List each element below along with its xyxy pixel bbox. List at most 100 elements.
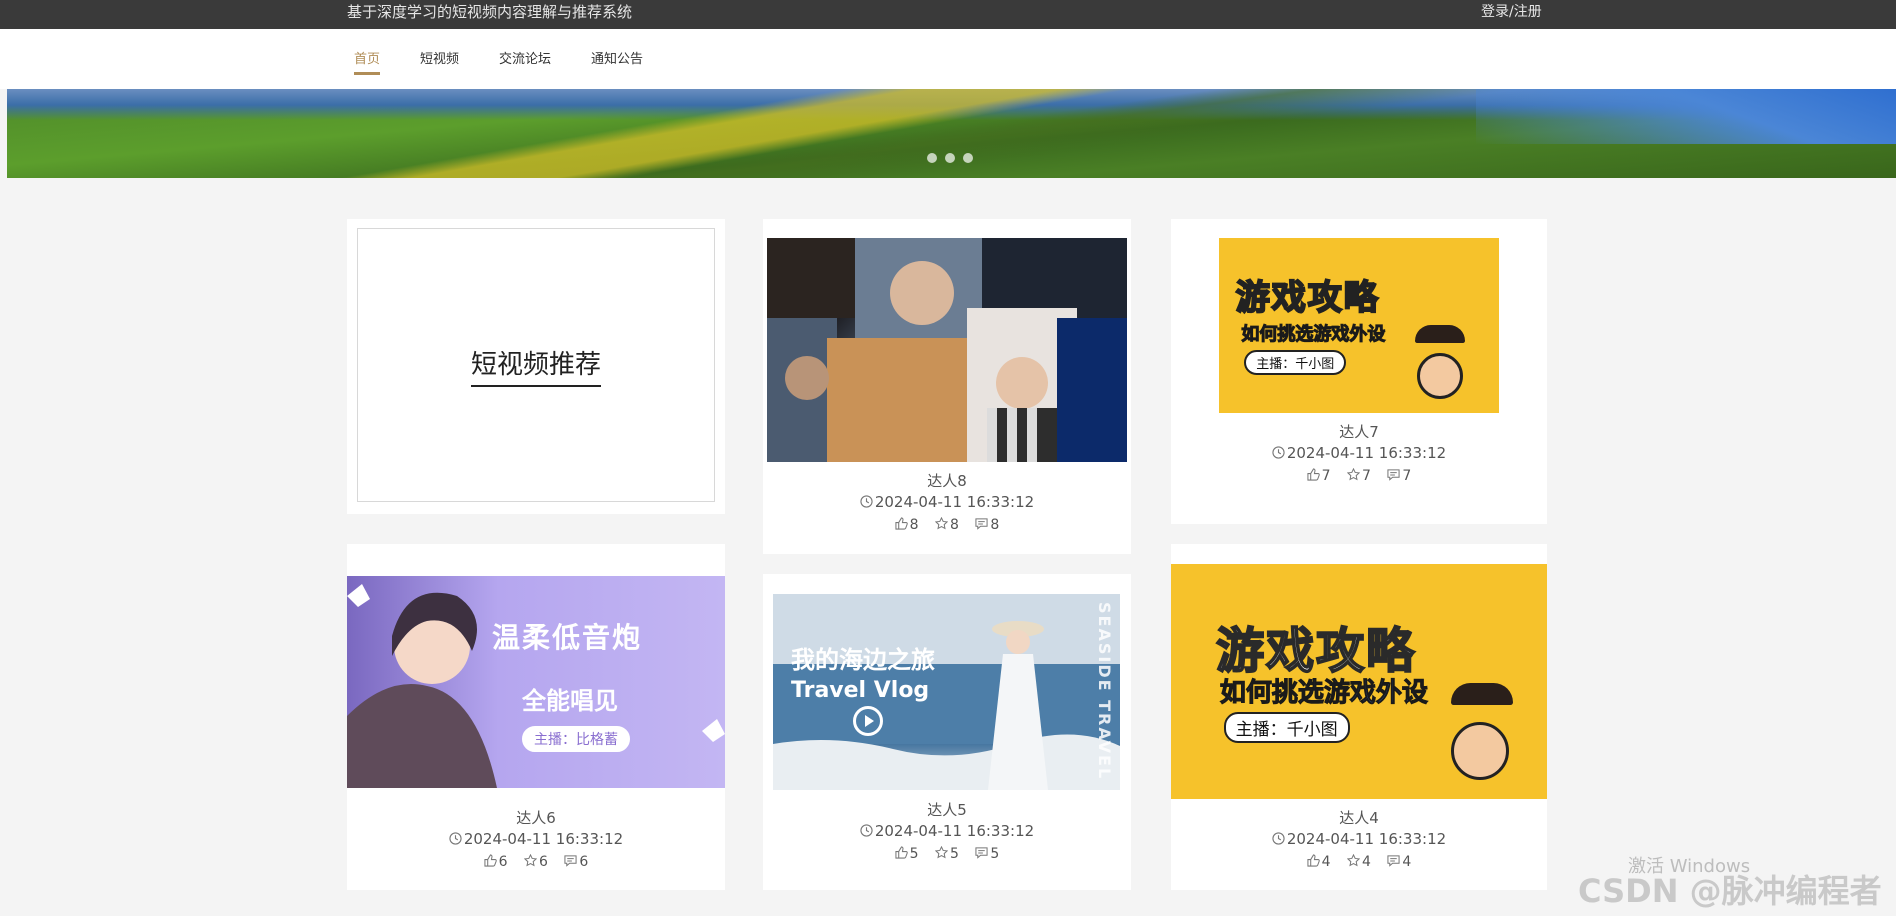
thumb-character-hair [1451, 683, 1514, 705]
publish-time-value: 2024-04-11 16:33:12 [1286, 830, 1447, 848]
like-count[interactable]: 6 [484, 850, 508, 874]
video-thumbnail[interactable] [767, 238, 1127, 462]
video-thumbnail[interactable]: 我的海边之旅 Travel Vlog SEASIDE TRAVEL [773, 594, 1120, 790]
clock-icon [860, 824, 873, 837]
video-meta: 达人6 2024-04-11 16:33:12 6 6 6 [347, 808, 725, 874]
favorite-count[interactable]: 4 [1347, 850, 1371, 874]
publish-time: 2024-04-11 16:33:12 [763, 820, 1131, 842]
video-meta: 达人5 2024-04-11 16:33:12 5 5 5 [763, 800, 1131, 866]
video-thumbnail[interactable]: 游戏攻略 如何挑选游戏外设 主播：千小图 [1171, 564, 1547, 799]
recommend-card: 短视频推荐 [347, 219, 725, 514]
carousel-dot-2[interactable] [945, 153, 955, 163]
video-stats: 5 5 5 [763, 842, 1131, 866]
star-icon [524, 854, 538, 867]
publish-time: 2024-04-11 16:33:12 [1171, 828, 1547, 850]
like-count[interactable]: 7 [1307, 464, 1331, 488]
video-card[interactable]: 达人8 2024-04-11 16:33:12 8 8 8 [763, 219, 1131, 554]
thumb-game-host: 主播：千小图 [1244, 350, 1347, 375]
video-card[interactable]: 游戏攻略 如何挑选游戏外设 主播：千小图 达人4 2024-04-11 16:3… [1171, 544, 1547, 890]
clock-icon [860, 495, 873, 508]
star-icon [935, 517, 949, 530]
carousel-dot-3[interactable] [963, 153, 973, 163]
video-meta: 达人8 2024-04-11 16:33:12 8 8 8 [763, 471, 1131, 537]
favorite-count[interactable]: 8 [935, 513, 959, 537]
thumbs-up-icon [1307, 854, 1320, 867]
video-meta: 达人4 2024-04-11 16:33:12 4 4 4 [1171, 808, 1547, 874]
video-stats: 6 6 6 [347, 850, 725, 874]
creator-name[interactable]: 达人4 [1171, 808, 1547, 828]
video-stats: 7 7 7 [1171, 464, 1547, 488]
publish-time: 2024-04-11 16:33:12 [763, 491, 1131, 513]
publish-time: 2024-04-11 16:33:12 [347, 828, 725, 850]
csdn-watermark: CSDN @脉冲编程者 [1578, 872, 1882, 910]
thumb-purple-host: 主播：比格蓄 [522, 726, 630, 752]
video-thumbnail[interactable]: 游戏攻略 如何挑选游戏外设 主播：千小图 [1219, 238, 1499, 413]
star-icon [1347, 854, 1361, 867]
site-title: 基于深度学习的短视频内容理解与推荐系统 [347, 3, 633, 21]
comment-icon [1387, 469, 1400, 481]
like-count[interactable]: 8 [895, 513, 919, 537]
carousel-dot-1[interactable] [927, 153, 937, 163]
nav-forum[interactable]: 交流论坛 [499, 48, 551, 73]
favorite-count[interactable]: 5 [935, 842, 959, 866]
thumb-character-face [1451, 722, 1510, 781]
comment-count[interactable]: 6 [564, 850, 588, 874]
like-count[interactable]: 5 [895, 842, 919, 866]
comment-icon [1387, 855, 1400, 867]
publish-time-value: 2024-04-11 16:33:12 [1286, 444, 1447, 462]
banner-sky [1476, 89, 1896, 144]
star-icon [1347, 468, 1361, 481]
favorite-count[interactable]: 6 [524, 850, 548, 874]
comment-count[interactable]: 5 [975, 842, 999, 866]
thumbs-up-icon [895, 846, 908, 859]
video-stats: 4 4 4 [1171, 850, 1547, 874]
comment-count[interactable]: 8 [975, 513, 999, 537]
creator-name[interactable]: 达人5 [763, 800, 1131, 820]
video-card[interactable]: 我的海边之旅 Travel Vlog SEASIDE TRAVEL 达人5 20… [763, 574, 1131, 890]
thumbs-up-icon [484, 854, 497, 867]
clock-icon [1272, 832, 1285, 845]
thumb-game-host: 主播：千小图 [1223, 712, 1350, 744]
thumb-sea-subtitle: Travel Vlog [791, 678, 930, 703]
creator-name[interactable]: 达人6 [347, 808, 725, 828]
thumbs-up-icon [1307, 468, 1320, 481]
nav-home[interactable]: 首页 [354, 48, 381, 75]
star-icon [935, 846, 949, 859]
play-icon[interactable] [853, 706, 883, 736]
thumb-purple-title: 温柔低音炮 [492, 621, 643, 654]
video-thumbnail[interactable]: 温柔低音炮 全能唱见 主播：比格蓄 [347, 576, 725, 788]
banner-carousel[interactable] [7, 89, 1896, 178]
publish-time-value: 2024-04-11 16:33:12 [463, 830, 624, 848]
recommend-frame: 短视频推荐 [357, 228, 715, 502]
thumb-purple-subtitle: 全能唱见 [522, 687, 618, 715]
nav-announcements[interactable]: 通知公告 [591, 48, 643, 73]
thumb-game-title: 游戏攻略 [1235, 277, 1380, 319]
video-meta: 达人7 2024-04-11 16:33:12 7 7 7 [1171, 422, 1547, 488]
comment-count[interactable]: 7 [1387, 464, 1411, 488]
nav-short-video[interactable]: 短视频 [420, 48, 459, 73]
comment-count[interactable]: 4 [1387, 850, 1411, 874]
thumb-character-face [1416, 353, 1463, 399]
comment-icon [975, 847, 988, 859]
comment-icon [975, 518, 988, 530]
creator-name[interactable]: 达人7 [1171, 422, 1547, 442]
clock-icon [449, 832, 462, 845]
collage-image [767, 238, 1127, 462]
thumb-sea-side-text: SEASIDE TRAVEL [1095, 602, 1114, 781]
carousel-indicators [927, 153, 973, 163]
favorite-count[interactable]: 7 [1347, 464, 1371, 488]
recommend-title: 短视频推荐 [470, 344, 601, 387]
main-nav: 首页 短视频 交流论坛 通知公告 [0, 29, 1896, 89]
creator-name[interactable]: 达人8 [763, 471, 1131, 491]
thumb-character-hair [1415, 325, 1466, 343]
thumb-game-title: 游戏攻略 [1215, 622, 1417, 680]
thumb-game-subtitle: 如何挑选游戏外设 [1219, 678, 1428, 709]
video-card[interactable]: 温柔低音炮 全能唱见 主播：比格蓄 达人6 2024-04-11 16:33:1… [347, 544, 725, 890]
publish-time-value: 2024-04-11 16:33:12 [874, 822, 1035, 840]
thumb-sea-title: 我的海边之旅 [791, 646, 935, 674]
video-stats: 8 8 8 [763, 513, 1131, 537]
like-count[interactable]: 4 [1307, 850, 1331, 874]
login-register-link[interactable]: 登录/注册 [1481, 3, 1542, 21]
video-card[interactable]: 游戏攻略 如何挑选游戏外设 主播：千小图 达人7 2024-04-11 16:3… [1171, 219, 1547, 524]
clock-icon [1272, 446, 1285, 459]
